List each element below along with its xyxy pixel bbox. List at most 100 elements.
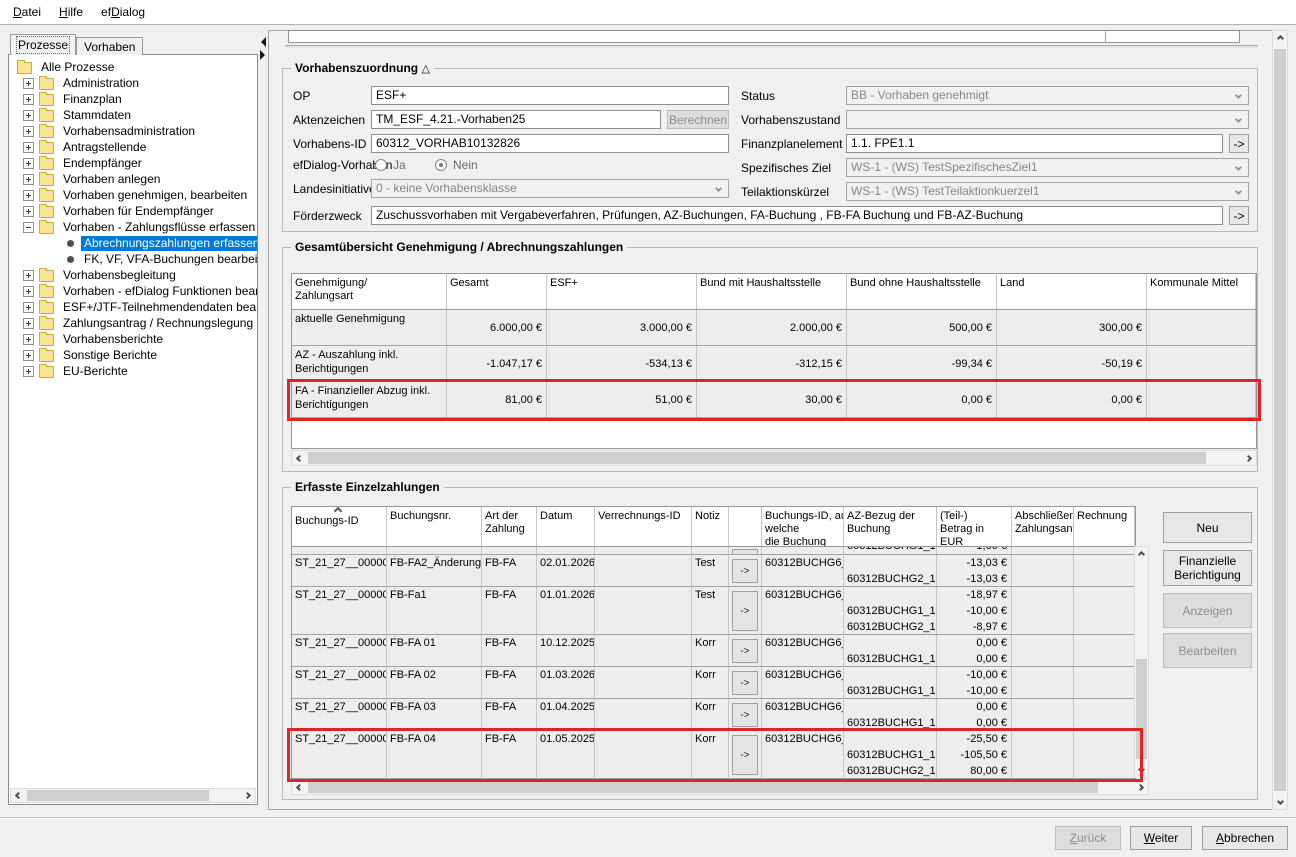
tree-item-vorhaben-anlegen[interactable]: Vorhaben anlegen (23, 171, 163, 187)
scroll-down-arrow[interactable] (1135, 762, 1148, 777)
tree-item-endempf-nger[interactable]: Endempfänger (23, 155, 145, 171)
finanzielle-berichtigung-button[interactable]: Finanzielle Berichtigung (1163, 550, 1252, 586)
foerderzweck-input[interactable]: Zuschussvorhaben mit Vergabeverfahren, P… (371, 206, 1223, 225)
overview-row-fa-finanzieller-abzug-inkl-berichtigungen[interactable]: FA - Finanzieller Abzug inkl. Berichtigu… (292, 382, 1256, 418)
payments-col-verrechnungs-id[interactable]: Verrechnungs-ID (595, 507, 692, 546)
overview-col-land[interactable]: Land (997, 274, 1147, 309)
tree-item-abrechnungszahlungen-erfassen[interactable]: Abrechnungszahlungen erfassen (65, 235, 258, 251)
scrollbar-thumb[interactable] (308, 452, 1206, 464)
expand-toggle-icon[interactable] (23, 302, 34, 313)
scroll-left-arrow[interactable] (292, 451, 307, 465)
goto-booking-button[interactable]: -> (732, 703, 758, 727)
payment-row-fb-fa-03[interactable]: ST_21_27__000000FB-FA 03FB-FA01.04.2025K… (292, 699, 1135, 731)
expand-toggle-icon[interactable] (23, 174, 34, 185)
payments-horizontal-scrollbar[interactable] (291, 779, 1149, 795)
overview-col-kommunale-mittel[interactable]: Kommunale Mittel (1147, 274, 1256, 309)
tree-item-sonstige-berichte[interactable]: Sonstige Berichte (23, 347, 160, 363)
payments-vertical-scrollbar[interactable] (1134, 546, 1149, 778)
radio-ja[interactable] (375, 159, 387, 171)
goto-booking-button[interactable]: -> (732, 639, 758, 663)
tab-vorhaben[interactable]: Vorhaben (76, 37, 143, 55)
collapse-left-icon[interactable] (256, 37, 266, 47)
payments-col-buchungs-id-auf[interactable]: Buchungs-ID, aufwelchedie Buchung (762, 507, 844, 546)
vorhabens-id-input[interactable]: 60312_VORHAB10132826 (371, 134, 729, 153)
tree-item-vorhaben-genehmigen-bearbeiten[interactable]: Vorhaben genehmigen, bearbeiten (23, 187, 250, 203)
op-input[interactable]: ESF+ (371, 86, 729, 105)
payment-row-fb-fa-02[interactable]: ST_21_27__000000FB-FA 02FB-FA01.03.2026K… (292, 667, 1135, 699)
tree-item-vorhabensbegleitung[interactable]: Vorhabensbegleitung (23, 267, 179, 283)
teilaktionskuerzel-select[interactable]: WS-1 - (WS) TestTeilaktionkuerzel1 (846, 182, 1249, 201)
finanzplanelement-goto-button[interactable]: -> (1229, 134, 1249, 153)
abbrechen-button[interactable]: Abbrechen (1202, 826, 1288, 850)
overview-horizontal-scrollbar[interactable] (291, 450, 1257, 466)
overview-row-aktuelle-genehmigung[interactable]: aktuelle Genehmigung6.000,00 €3.000,00 €… (292, 310, 1256, 346)
expand-toggle-icon[interactable] (23, 190, 34, 201)
finanzplanelement-input[interactable]: 1.1. FPE1.1 (846, 134, 1223, 153)
tree-item-fk-vf-vfa-buchungen-bearbeiten[interactable]: FK, VF, VFA-Buchungen bearbeiten (65, 251, 258, 267)
expand-toggle-icon[interactable] (23, 94, 34, 105)
goto-booking-button[interactable]: -> (732, 591, 758, 631)
expand-toggle-icon[interactable] (23, 142, 34, 153)
goto-booking-button[interactable]: -> (732, 559, 758, 583)
scroll-down-arrow[interactable] (1273, 794, 1287, 809)
tree-item-vorhaben-efdialog-funktionen-bearbeiten[interactable]: Vorhaben - efDialog Funktionen bearbeite… (23, 283, 258, 299)
tree-horizontal-scrollbar[interactable] (10, 788, 256, 803)
expand-toggle-icon[interactable] (23, 78, 34, 89)
payments-col-buchungsnr[interactable]: Buchungsnr. (387, 507, 482, 546)
collapse-triangle-icon[interactable]: △ (421, 63, 429, 75)
payment-row-fb-fa-01[interactable]: ST_21_27__000000FB-FA 01FB-FA10.12.2025K… (292, 635, 1135, 667)
neu-button[interactable]: Neu (1163, 512, 1252, 543)
collapse-toggle-icon[interactable] (23, 222, 34, 233)
tree-item-esf-jtf-teilnehmendendaten-bearbeiten[interactable]: ESF+/JTF-Teilnehmendendaten bearbeiten (23, 299, 258, 315)
tree-item-zahlungsantrag-rechnungslegung[interactable]: Zahlungsantrag / Rechnungslegung (23, 315, 256, 331)
overview-col-bund-mit-haushaltsstelle[interactable]: Bund mit Haushaltsstelle (697, 274, 847, 309)
expand-toggle-icon[interactable] (23, 350, 34, 361)
payments-col-buchungs-id[interactable]: Buchungs-ID (292, 507, 387, 546)
expand-toggle-icon[interactable] (23, 270, 34, 281)
payment-row-fb-fa2-nderung[interactable]: ST_21_27__000000FB-FA2_ÄnderungFB-FA02.0… (292, 555, 1135, 587)
tree-item-finanzplan[interactable]: Finanzplan (23, 91, 125, 107)
vorhabenszustand-select[interactable] (846, 110, 1249, 129)
main-vertical-scrollbar[interactable] (1272, 30, 1288, 810)
overview-col-esf[interactable]: ESF+ (547, 274, 697, 309)
payment-row-fb-fa-04[interactable]: ST_21_27__000000FB-FA 04FB-FA01.05.2025K… (292, 731, 1135, 779)
payments-col-rechnung[interactable]: Rechnung (1074, 507, 1135, 546)
payments-col-notiz[interactable]: Notiz (692, 507, 729, 546)
payment-row-fb-fa1[interactable]: ST_21_27__000000FB-Fa1FB-FA01.01.2026Tes… (292, 587, 1135, 635)
menu-hilfe[interactable]: Hilfe (50, 1, 92, 23)
tree-item-vorhabensadministration[interactable]: Vorhabensadministration (23, 123, 198, 139)
scroll-left-arrow[interactable] (292, 780, 307, 794)
scroll-right-arrow[interactable] (240, 789, 255, 802)
expand-toggle-icon[interactable] (23, 318, 34, 329)
scroll-left-arrow[interactable] (11, 789, 26, 802)
expand-toggle-icon[interactable] (23, 366, 34, 377)
scroll-right-arrow[interactable] (1241, 451, 1256, 465)
payments-col-teil[interactable]: (Teil-)Betrag inEUR (937, 507, 1012, 546)
landesinitiative-select[interactable]: 0 - keine Vorhabensklasse (371, 179, 729, 198)
menu-datei[interactable]: Datei (4, 1, 50, 23)
expand-toggle-icon[interactable] (23, 334, 34, 345)
tree-item-alle-prozesse[interactable]: Alle Prozesse (17, 59, 117, 75)
overview-row-az-auszahlung-inkl-berichtigungen[interactable]: AZ - Auszahlung inkl. Berichtigungen-1.0… (292, 346, 1256, 382)
scrollbar-thumb[interactable] (1274, 49, 1286, 791)
tree-item-vorhabensberichte[interactable]: Vorhabensberichte (23, 331, 166, 347)
expand-toggle-icon[interactable] (23, 158, 34, 169)
sidebar-splitter[interactable] (258, 34, 267, 805)
payments-col-goto[interactable] (729, 507, 762, 546)
foerderzweck-goto-button[interactable]: -> (1229, 206, 1249, 225)
scrollbar-thumb[interactable] (27, 790, 209, 801)
scrollbar-thumb[interactable] (308, 781, 1098, 793)
payments-col-abschlie-ende[interactable]: AbschließendeZahlungsantra (1012, 507, 1074, 546)
expand-toggle-icon[interactable] (23, 206, 34, 217)
overview-col-gesamt[interactable]: Gesamt (447, 274, 547, 309)
scroll-right-arrow[interactable] (1133, 780, 1148, 794)
status-select[interactable]: BB - Vorhaben genehmigt (846, 86, 1249, 105)
tree-item-administration[interactable]: Administration (23, 75, 142, 91)
tree-item-vorhaben-zahlungsfl-sse-erfassen[interactable]: Vorhaben - Zahlungsflüsse erfassen (23, 219, 258, 235)
weiter-button[interactable]: Weiter (1130, 826, 1192, 850)
scroll-up-arrow[interactable] (1135, 547, 1148, 562)
goto-booking-button[interactable]: -> (732, 671, 758, 695)
expand-toggle-icon[interactable] (23, 126, 34, 137)
tab-prozesse[interactable]: Prozesse (10, 34, 76, 55)
tree-item-antragstellende[interactable]: Antragstellende (23, 139, 149, 155)
